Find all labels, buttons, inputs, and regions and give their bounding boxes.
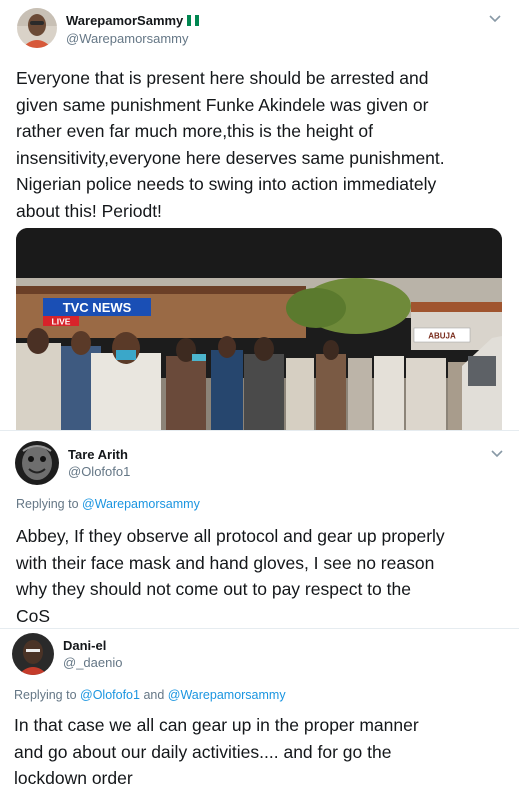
news-video-frame: ABUJA TVC NEWS LIVE <box>16 228 502 438</box>
chevron-down-icon[interactable] <box>488 14 502 24</box>
replying-to-link[interactable]: @Warepamorsammy <box>82 497 200 511</box>
tweet-text-line: insensitivity,everyone here deserves sam… <box>16 147 445 168</box>
tweet-text: Everyone that is present here should be … <box>16 65 511 224</box>
live-badge: LIVE <box>52 317 71 327</box>
replying-to-link[interactable]: @Warepamorsammy <box>168 688 286 702</box>
tweet-text-line: In that case we all can gear up in the p… <box>14 715 419 735</box>
display-name-text[interactable]: WarepamorSammy <box>66 13 183 28</box>
handle[interactable]: @Olofofo1 <box>68 464 130 479</box>
replying-to: Replying to @Olofofo1 and @Warepamorsamm… <box>14 688 286 702</box>
display-name[interactable]: WarepamorSammy <box>66 13 200 28</box>
replying-to-link[interactable]: @Olofofo1 <box>80 688 140 702</box>
avatar-tare-arith[interactable] <box>15 441 59 485</box>
tweet-text-line: why they should not come out to pay resp… <box>16 579 411 599</box>
reply-tweet-2[interactable]: Dani-el @_daenio Replying to @Olofofo1 a… <box>0 628 519 790</box>
sign-text: ABUJA <box>428 332 456 341</box>
replying-prefix: Replying to <box>16 497 83 511</box>
replying-and: and <box>139 688 168 702</box>
tweet-text: Abbey, If they observe all protocol and … <box>16 523 511 629</box>
chevron-down-icon[interactable] <box>490 449 504 459</box>
tweet-media-video[interactable]: ABUJA TVC NEWS LIVE <box>16 228 502 438</box>
handle[interactable]: @Warepamorsammy <box>66 31 189 46</box>
tweet-text-line: about this! Periodt! <box>16 200 162 221</box>
tweet-text-line: CoS <box>16 605 51 626</box>
tweet-text-line: and go about our daily activities.... an… <box>14 741 392 762</box>
tweet-text-line: Abbey, If they observe all protocol and … <box>16 526 445 546</box>
tweet-original[interactable]: WarepamorSammy @Warepamorsammy Everyone … <box>0 0 519 438</box>
avatar-warepamorsammy[interactable] <box>17 8 57 48</box>
avatar-dani-el[interactable] <box>12 633 54 675</box>
tweet-text-line: lockdown order <box>14 768 133 788</box>
tweet-text-line: given same punishment Funke Akindele was… <box>16 94 429 115</box>
tweet-text-line: Everyone that is present here should be … <box>16 68 429 88</box>
nigeria-flag-icon <box>187 14 200 26</box>
replying-to: Replying to @Warepamorsammy <box>16 497 200 511</box>
reply-tweet-1[interactable]: Tare Arith @Olofofo1 Replying to @Warepa… <box>0 430 519 630</box>
handle[interactable]: @_daenio <box>63 655 122 670</box>
tvc-news-logo: TVC NEWS <box>63 300 132 315</box>
display-name[interactable]: Dani-el <box>63 638 106 653</box>
tweet-text: In that case we all can gear up in the p… <box>14 712 512 790</box>
replying-prefix: Replying to <box>14 688 81 702</box>
tweet-text-line: with their face mask and hand gloves, I … <box>16 552 435 573</box>
display-name[interactable]: Tare Arith <box>68 447 128 462</box>
tweet-text-line: rather even far much more,this is the he… <box>16 121 373 141</box>
tweet-text-line: Nigerian police needs to swing into acti… <box>16 174 437 194</box>
